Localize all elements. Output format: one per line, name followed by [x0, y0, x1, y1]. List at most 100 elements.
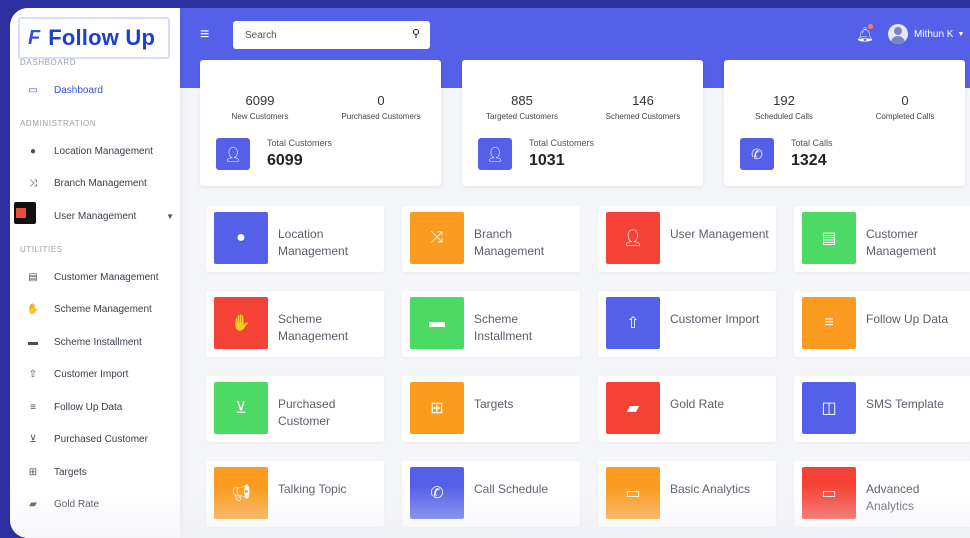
total-label: Total Calls	[791, 138, 833, 148]
handshake-icon: ✋	[214, 297, 268, 349]
notification-dot	[868, 24, 873, 29]
tile-basic-analytics[interactable]: ▭ Basic Analytics	[598, 461, 776, 527]
sidebar-item-label: Follow Up Data	[54, 401, 123, 413]
total-label: Total Customers	[267, 138, 333, 148]
section-label-utilities: UTILITIES	[20, 245, 63, 254]
stat-value: 192	[773, 93, 795, 108]
shuffle-icon: ⤨	[410, 212, 464, 264]
monitor-icon: ▭	[28, 84, 38, 96]
user-icon: 👤︎	[216, 138, 250, 170]
tile-label: Location Management	[278, 227, 349, 258]
tile-call-schedule[interactable]: ✆ Call Schedule	[402, 461, 580, 527]
tile-scheme-management[interactable]: ✋ Scheme Management	[206, 291, 384, 357]
total-value: 1324	[791, 152, 827, 169]
avatar	[888, 24, 908, 44]
stat-caption: Scheduled Calls	[755, 112, 813, 121]
chevron-down-icon: ▼	[957, 30, 965, 38]
total-label: Total Customers	[529, 138, 595, 148]
phone-icon: ✆	[410, 467, 464, 519]
phone-icon: ✆	[740, 138, 774, 170]
columns-icon: ◫	[802, 382, 856, 434]
app-logo[interactable]: F Follow Up	[18, 17, 170, 59]
stat-value: 146	[632, 93, 654, 108]
user-icon: 👤︎	[478, 138, 512, 170]
tile-location-management[interactable]: ● Location Management	[206, 206, 384, 272]
tile-label: Customer Management	[866, 227, 937, 258]
card-icon: ▬	[410, 297, 464, 349]
user-menu[interactable]: Mithun K ▼	[888, 24, 964, 44]
stat-value: 0	[377, 93, 385, 108]
tile-label: Branch Management	[474, 227, 545, 258]
menu-icon[interactable]: ≡	[200, 26, 209, 44]
tile-customer-import[interactable]: ⇧ Customer Import	[598, 291, 776, 357]
megaphone-icon: 📢︎	[214, 467, 268, 519]
location-pin-icon: ●	[214, 212, 268, 264]
tile-purchased-customer[interactable]: ⊻ Purchased Customer	[206, 376, 384, 442]
stat-card-targets: 885 Targeted Customers 146 Schemed Custo…	[462, 60, 703, 186]
sidebar-item-gold-rate[interactable]: ▰ Gold Rate	[10, 493, 180, 515]
section-label-dashboard: DASHBOARD	[20, 58, 77, 67]
wallet-icon: ▰	[29, 498, 37, 510]
tile-scheme-installment[interactable]: ▬ Scheme Installment	[402, 291, 580, 357]
sidebar-item-label: Gold Rate	[54, 498, 100, 510]
sidebar-item-label: Customer Import	[54, 368, 129, 380]
sidebar-item-label: Customer Management	[54, 271, 159, 283]
table-icon: ⊞	[410, 382, 464, 434]
tile-targets[interactable]: ⊞ Targets	[402, 376, 580, 442]
tile-gold-rate[interactable]: ▰ Gold Rate	[598, 376, 776, 442]
tile-label: Gold Rate	[670, 397, 725, 411]
total-value: 6099	[267, 152, 303, 169]
sidebar-item-dashboard[interactable]: ▭ Dashboard	[10, 79, 180, 101]
tile-label: Basic Analytics	[670, 482, 751, 496]
stat-card-calls: 192 Scheduled Calls 0 Completed Calls ✆ …	[724, 60, 965, 186]
shuffle-icon: ⤨	[29, 177, 37, 189]
sidebar-item-location-management[interactable]: ● Location Management	[10, 140, 180, 162]
tile-customer-management[interactable]: ▤ Customer Management	[794, 206, 970, 272]
sidebar-item-follow-up-data[interactable]: ≡ Follow Up Data	[10, 396, 180, 418]
cart-icon: ⊻	[214, 382, 268, 434]
tile-label: Customer Import	[670, 312, 760, 326]
sidebar-item-label: Scheme Management	[54, 303, 152, 315]
search-placeholder: Search	[245, 29, 277, 41]
stat-value: 885	[511, 93, 533, 108]
sidebar-item-customer-management[interactable]: ▤ Customer Management	[10, 266, 180, 288]
tile-talking-topic[interactable]: 📢︎ Talking Topic	[206, 461, 384, 527]
cart-icon: ⊻	[29, 433, 37, 445]
total-value: 1031	[529, 152, 565, 169]
id-card-icon: ▤	[28, 271, 38, 283]
list-icon: ≡	[30, 401, 36, 413]
sidebar-item-label: Targets	[54, 466, 87, 478]
sidebar-item-branch-management[interactable]: ⤨ Branch Management	[10, 172, 180, 194]
tile-sms-template[interactable]: ◫ SMS Template	[794, 376, 970, 442]
location-pin-icon: ●	[29, 145, 37, 157]
search-input[interactable]: Search ⚲	[233, 21, 430, 49]
app-window: F Follow Up DASHBOARD ▭ Dashboard ADMINI…	[10, 8, 970, 538]
sidebar-item-customer-import[interactable]: ⇧ Customer Import	[10, 363, 180, 385]
sidebar-item-targets[interactable]: ⊞ Targets	[10, 461, 180, 483]
sidebar-item-label: Purchased Customer	[54, 433, 148, 445]
sidebar-item-label: Branch Management	[54, 177, 147, 189]
sidebar-item-label: Scheme Installment	[54, 336, 142, 348]
table-icon: ⊞	[28, 466, 38, 478]
tile-label: SMS Template	[866, 397, 944, 411]
stat-value: 0	[901, 93, 909, 108]
stat-value: 6099	[245, 93, 275, 108]
sidebar-item-purchased-customer[interactable]: ⊻ Purchased Customer	[10, 428, 180, 450]
tile-label: Scheme Installment	[474, 312, 533, 343]
tile-branch-management[interactable]: ⤨ Branch Management	[402, 206, 580, 272]
tile-label: Talking Topic	[278, 482, 347, 496]
tile-user-management[interactable]: 👤︎ User Management	[598, 206, 776, 272]
chevron-down-icon[interactable]: ▼	[166, 212, 174, 221]
search-icon[interactable]: ⚲	[412, 27, 420, 40]
sidebar-item-scheme-management[interactable]: ✋ Scheme Management	[10, 298, 180, 320]
list-icon: ≡	[802, 297, 856, 349]
stat-card-customers: 6099 New Customers 0 Purchased Customers…	[200, 60, 441, 186]
tile-follow-up-data[interactable]: ≡ Follow Up Data	[794, 291, 970, 357]
id-card-icon: ▤	[802, 212, 856, 264]
sidebar: F Follow Up DASHBOARD ▭ Dashboard ADMINI…	[10, 8, 180, 538]
tile-advanced-analytics[interactable]: ▭ Advanced Analytics	[794, 461, 970, 527]
tile-label: User Management	[670, 227, 769, 241]
stat-caption: Targeted Customers	[485, 112, 559, 121]
sidebar-item-scheme-installment[interactable]: ▬ Scheme Installment	[10, 331, 180, 353]
upload-icon: ⇧	[606, 297, 660, 349]
